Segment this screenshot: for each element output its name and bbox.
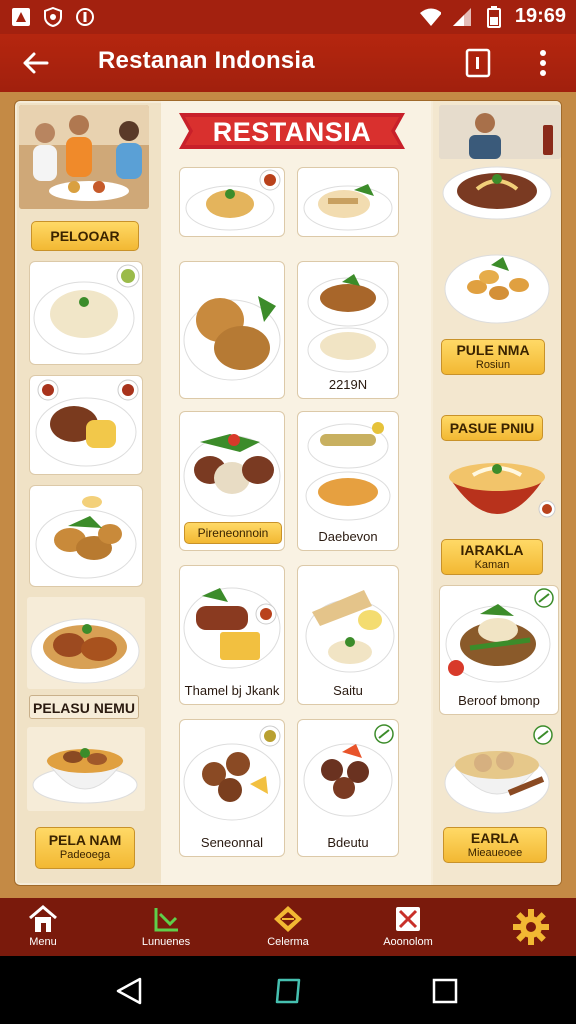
nav-item-aoonolom[interactable]: Aoonolom xyxy=(353,898,463,956)
home-icon xyxy=(27,904,59,934)
box-icon xyxy=(392,904,424,934)
dish-photo-bakso-bowl[interactable] xyxy=(439,723,559,821)
category-tag-earla[interactable]: EARLA Mieaueoee xyxy=(443,827,547,863)
bookmark-icon[interactable] xyxy=(462,46,494,80)
status-bar: 19:69 xyxy=(0,0,576,34)
dish-tag: Pireneonnoin xyxy=(184,522,282,544)
chart-icon xyxy=(150,904,182,934)
dish-label: Daebevon xyxy=(318,529,378,544)
system-home-icon[interactable] xyxy=(271,974,305,1008)
dish-card-lumpia[interactable]: Saitu xyxy=(297,565,399,705)
nav-item-settings[interactable] xyxy=(476,898,576,956)
menu-panel: PELOOAR PELASU NEMU PELA NAM Padeoega RE… xyxy=(14,100,562,886)
gear-icon xyxy=(512,908,550,946)
diners-photo[interactable] xyxy=(19,105,149,209)
back-arrow-icon[interactable] xyxy=(18,46,52,80)
dish-card-satay-plate[interactable] xyxy=(297,167,399,237)
banner-title: RESTANSIA xyxy=(212,117,372,147)
dish-card-perkedel[interactable]: Seneonnal xyxy=(179,719,285,857)
restaurant-banner: RESTANSIA xyxy=(179,109,405,153)
dish-card-beroof[interactable]: Beroof bmonp xyxy=(439,585,559,715)
diamond-icon xyxy=(272,904,304,934)
dish-photo-curry-chicken[interactable] xyxy=(27,597,145,689)
sync-icon xyxy=(74,6,96,28)
shield-icon xyxy=(42,6,64,28)
category-tag-pule-nma[interactable]: PULE NMA Rosiun xyxy=(441,339,545,375)
dish-label: 2219N xyxy=(328,377,368,392)
signal-icon xyxy=(451,6,473,28)
wifi-icon xyxy=(419,6,441,28)
dish-label: Thamel bj Jkank xyxy=(184,683,280,698)
dish-card-bakso-bakar[interactable]: Bdeutu xyxy=(297,719,399,857)
dish-photo-soup-bowl[interactable] xyxy=(27,727,145,811)
dish-card-grilled-meat[interactable]: Pireneonnoin xyxy=(179,411,285,551)
dish-label: Beroof bmonp xyxy=(458,693,540,708)
page-title: Restanan Indonsia xyxy=(98,47,315,74)
category-tag-iarakla[interactable]: IARAKLA Kaman xyxy=(441,539,543,575)
clock-time: 19:69 xyxy=(514,5,566,27)
dish-card-satay-noodles[interactable]: Daebevon xyxy=(297,411,399,551)
dish-card-rendang[interactable] xyxy=(29,375,143,475)
content-area: PELOOAR PELASU NEMU PELA NAM Padeoega RE… xyxy=(0,92,576,898)
battery-icon xyxy=(483,5,505,28)
left-column: PELOOAR PELASU NEMU PELA NAM Padeoega xyxy=(17,103,161,883)
system-navigation-bar xyxy=(0,956,576,1024)
app-bar: Restanan Indonsia xyxy=(0,34,576,92)
chef-photo[interactable] xyxy=(439,105,561,159)
dish-photo-fried-snacks[interactable] xyxy=(437,243,559,327)
category-tag-pasue-pniu[interactable]: PASUE PNIU xyxy=(441,415,543,441)
dish-card-fried-rice[interactable] xyxy=(29,261,143,365)
nav-item-celerma[interactable]: Celerma xyxy=(233,898,343,956)
right-column: PULE NMA Rosiun PASUE PNIU IARAKLA Kaman… xyxy=(433,101,561,885)
middle-column: RESTANSIA 2219N Pireneonnoin Daebevon Th… xyxy=(161,101,431,885)
dish-card-thamel[interactable]: Thamel bj Jkank xyxy=(179,565,285,705)
dish-label: Seneonnal xyxy=(200,835,264,850)
dish-card-fried-chicken[interactable] xyxy=(29,485,143,587)
more-options-icon[interactable] xyxy=(528,46,558,80)
system-back-icon[interactable] xyxy=(112,974,146,1008)
bottom-navigation: Menu Lunuenes Celerma Aoonolom xyxy=(0,898,576,956)
dish-card-mie-goreng[interactable]: 2219N xyxy=(297,261,399,399)
category-tag-pela-nam[interactable]: PELA NAM Padeoega xyxy=(35,827,135,869)
nav-item-lunuenes[interactable]: Lunuenes xyxy=(111,898,221,956)
dish-photo-noodle-bowl[interactable] xyxy=(437,163,559,223)
dish-card-roast-chicken[interactable] xyxy=(179,261,285,399)
dish-photo-soto-bowl[interactable] xyxy=(439,451,559,531)
category-tag-peloar[interactable]: PELOOAR xyxy=(31,221,139,251)
dish-card-nasi-kuning[interactable] xyxy=(179,167,285,237)
nav-item-menu[interactable]: Menu xyxy=(0,898,98,956)
dish-label: Bdeutu xyxy=(327,835,369,850)
notification-app-icon xyxy=(10,6,32,28)
category-tag-pelasu-nemu[interactable]: PELASU NEMU xyxy=(29,695,139,719)
dish-label: Saitu xyxy=(333,683,363,698)
system-recents-icon[interactable] xyxy=(428,974,462,1008)
